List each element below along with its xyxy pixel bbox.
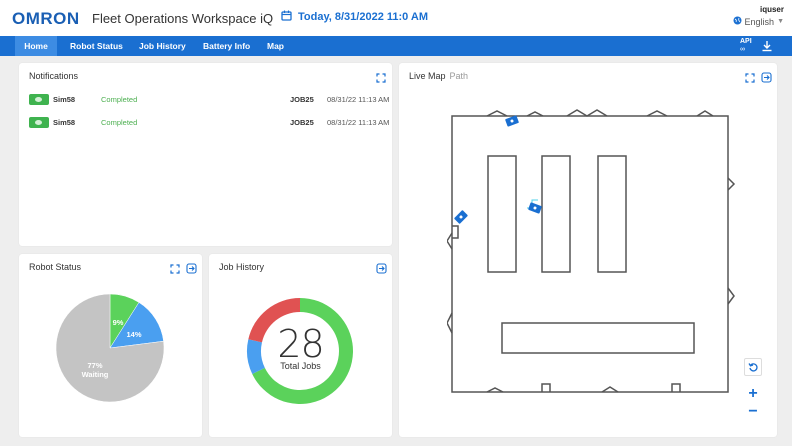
- export-icon[interactable]: [761, 70, 772, 83]
- current-date: Today, 8/31/2022 11:0 AM: [281, 10, 428, 24]
- notifications-card: Notifications Sim58 Completed JOB25 08/3…: [19, 63, 392, 246]
- reset-view-button[interactable]: [744, 358, 762, 376]
- notification-status: Completed: [101, 117, 138, 127]
- username[interactable]: iquser: [760, 5, 784, 14]
- facility-map[interactable]: [447, 108, 747, 398]
- notification-robot: Sim58: [53, 94, 76, 104]
- app-title: Fleet Operations Workspace iQ: [92, 11, 274, 26]
- pie-slice-label: 9%: [113, 318, 124, 327]
- language-label: English: [744, 16, 775, 27]
- tab-home[interactable]: Home: [15, 36, 57, 56]
- live-map-label: Live Map: [409, 71, 446, 81]
- top-bar: OMRON Fleet Operations Workspace iQ Toda…: [0, 0, 792, 36]
- notification-row[interactable]: Sim58 Completed JOB25 08/31/22 11:13 AM: [29, 91, 399, 107]
- pie-slice-label: 77%: [87, 361, 102, 370]
- notification-time: 08/31/22 11:13 AM: [327, 117, 390, 127]
- notification-job: JOB25: [290, 117, 314, 127]
- notification-time: 08/31/22 11:13 AM: [327, 94, 390, 104]
- tab-robot-status[interactable]: Robot Status: [70, 36, 123, 56]
- robot-icon: [29, 93, 49, 105]
- download-icon[interactable]: [761, 39, 773, 57]
- path-toggle[interactable]: Path: [450, 71, 469, 81]
- expand-icon[interactable]: [745, 70, 755, 83]
- robot-status-card: Robot Status 9% 14% 77% Waiting: [19, 254, 202, 437]
- tab-battery-info[interactable]: Battery Info: [203, 36, 250, 56]
- zoom-in-button[interactable]: +: [744, 385, 762, 403]
- language-selector[interactable]: English ▼: [733, 16, 784, 27]
- zoom-out-button[interactable]: −: [744, 403, 762, 421]
- total-jobs-label: Total Jobs: [280, 361, 321, 371]
- omron-logo: OMRON: [12, 9, 80, 28]
- notification-job: JOB25: [290, 94, 314, 104]
- robot-marker-icon[interactable]: [505, 115, 519, 127]
- date-text: Today, 8/31/2022 11:0 AM: [298, 11, 429, 23]
- calendar-icon: [281, 10, 292, 24]
- link-icon: ∞: [740, 46, 745, 53]
- live-map-title: Live Map Path: [409, 71, 468, 81]
- robot-icon: [29, 116, 49, 128]
- live-map-card: Live Map Path + −: [399, 63, 777, 437]
- api-button[interactable]: API ∞: [740, 38, 752, 53]
- job-history-card: Job History 28 Total Jobs: [209, 254, 392, 437]
- robot-marker-icon[interactable]: [528, 202, 542, 214]
- notification-row[interactable]: Sim58 Completed JOB25 08/31/22 11:13 AM: [29, 114, 399, 130]
- tab-map[interactable]: Map: [267, 36, 284, 56]
- api-label: API: [740, 38, 752, 45]
- notification-robot: Sim58: [53, 117, 76, 127]
- expand-icon[interactable]: [376, 70, 386, 83]
- pie-slice-label: Waiting: [82, 370, 109, 379]
- total-jobs-value: 28: [277, 322, 324, 366]
- main-nav: Home Robot Status Job History Battery In…: [0, 36, 792, 56]
- chevron-down-icon: ▼: [777, 18, 784, 25]
- tab-job-history[interactable]: Job History: [139, 36, 186, 56]
- notification-status: Completed: [101, 94, 138, 104]
- notifications-title: Notifications: [29, 71, 79, 81]
- globe-icon: [733, 16, 742, 27]
- robot-status-pie-chart: 9%14% 77%Waiting: [55, 293, 165, 403]
- pie-slice-label: 14%: [126, 330, 141, 339]
- robot-marker-icon[interactable]: [454, 210, 468, 224]
